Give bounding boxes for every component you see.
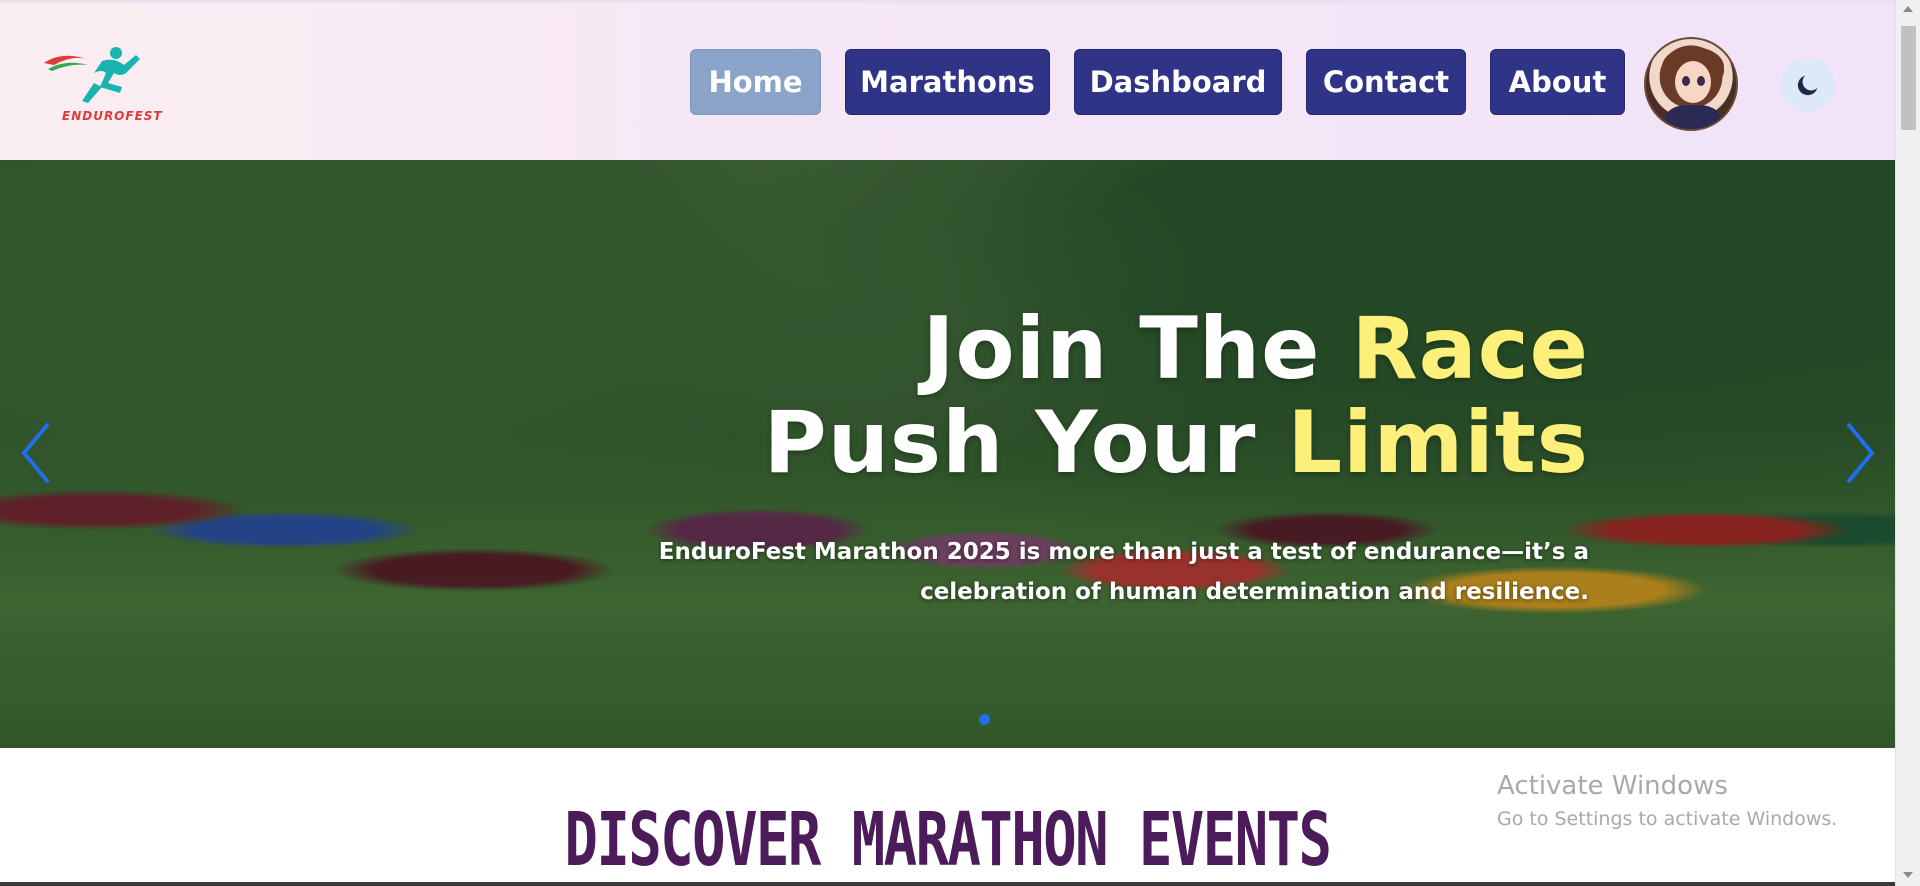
hero-carousel: Join The Race Push Your Limits EnduroFes…: [0, 160, 1895, 748]
hero-title-line2: Push Your Limits: [763, 393, 1589, 493]
section-title: DISCOVER MARATHON EVENTS: [564, 797, 1332, 883]
nav-home-button[interactable]: Home: [690, 49, 821, 115]
carousel-prev-button[interactable]: [16, 418, 56, 488]
avatar-body: [1666, 105, 1720, 129]
scroll-thumb[interactable]: [1901, 26, 1916, 130]
nav-about-button[interactable]: About: [1490, 49, 1625, 115]
navbar: ENDUROFEST Home Marathons Dashboard Cont…: [0, 3, 1895, 160]
runner-logo-icon: [44, 47, 140, 103]
hero-title-line1: Join The Race: [922, 299, 1589, 399]
scroll-down-arrow-icon[interactable]: [1903, 872, 1913, 878]
nav-marathons-button[interactable]: Marathons: [845, 49, 1050, 115]
avatar-eye: [1697, 76, 1705, 86]
theme-toggle-button[interactable]: [1781, 58, 1835, 112]
bottom-edge-bar: [0, 882, 1895, 886]
scroll-up-arrow-icon[interactable]: [1903, 6, 1913, 12]
hero-subtitle: EnduroFest Marathon 2025 is more than ju…: [658, 539, 1589, 605]
user-avatar[interactable]: [1644, 37, 1738, 131]
carousel-next-button[interactable]: [1840, 418, 1880, 488]
chevron-right-icon: [1846, 422, 1875, 484]
avatar-face: [1675, 61, 1711, 103]
watermark-subtitle: Go to Settings to activate Windows.: [1497, 808, 1838, 830]
carousel-indicator-dot[interactable]: [979, 714, 990, 725]
nav-dashboard-button[interactable]: Dashboard: [1074, 49, 1282, 115]
hero-title: Join The Race Push Your Limits: [764, 302, 1589, 490]
nav-contact-button[interactable]: Contact: [1306, 49, 1466, 115]
chevron-left-icon: [21, 422, 50, 484]
watermark-title: Activate Windows: [1497, 771, 1728, 801]
logo-text: ENDUROFEST: [62, 109, 163, 123]
brand-logo[interactable]: ENDUROFEST: [42, 43, 162, 127]
page-scrollbar[interactable]: [1895, 0, 1920, 886]
avatar-eye: [1682, 76, 1690, 86]
moon-icon: [1797, 75, 1818, 96]
windows-activation-watermark: Activate Windows Go to Settings to activ…: [1497, 770, 1837, 832]
